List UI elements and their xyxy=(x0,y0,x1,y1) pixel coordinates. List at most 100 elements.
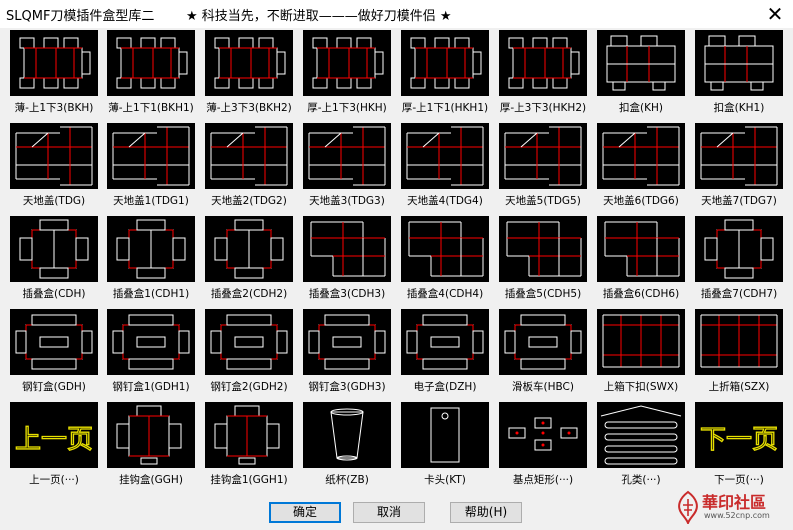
template-thumbnail[interactable] xyxy=(107,123,195,189)
template-label: 孔类(···) xyxy=(621,474,661,486)
template-item[interactable]: 天地盖1(TDG1) xyxy=(107,123,195,211)
template-item[interactable]: 厚-上1下1(HKH1) xyxy=(401,30,489,118)
help-button[interactable]: 帮助(H) xyxy=(450,502,522,523)
template-label: 天地盖(TDG) xyxy=(22,195,86,207)
template-label: 薄-上1下1(BKH1) xyxy=(108,102,194,114)
tray-diagram-icon xyxy=(210,314,288,370)
template-item[interactable]: 钢钉盒3(GDH3) xyxy=(303,309,391,397)
template-label: 纸杯(ZB) xyxy=(325,474,369,486)
template-item[interactable]: 纸杯(ZB) xyxy=(303,402,391,490)
template-item[interactable]: 上折箱(SZX) xyxy=(695,309,783,397)
template-label: 上折箱(SZX) xyxy=(708,381,770,393)
template-thumbnail[interactable] xyxy=(205,402,293,468)
template-item[interactable]: 上箱下扣(SWX) xyxy=(597,309,685,397)
template-thumbnail[interactable] xyxy=(597,402,685,468)
ok-button[interactable]: 确定 xyxy=(269,502,341,523)
template-thumbnail[interactable] xyxy=(695,123,783,189)
template-thumbnail[interactable] xyxy=(597,30,685,96)
template-item[interactable]: 基点矩形(···) xyxy=(499,402,587,490)
template-item[interactable]: 天地盖3(TDG3) xyxy=(303,123,391,211)
template-thumbnail[interactable] xyxy=(303,123,391,189)
template-item[interactable]: 钢钉盒2(GDH2) xyxy=(205,309,293,397)
template-item[interactable]: 天地盖(TDG) xyxy=(10,123,98,211)
template-item[interactable]: 扣盒(KH1) xyxy=(695,30,783,118)
template-item[interactable]: 插叠盒4(CDH4) xyxy=(401,216,489,304)
close-icon[interactable]: ✕ xyxy=(762,1,788,27)
template-thumbnail[interactable] xyxy=(107,402,195,468)
template-thumbnail[interactable] xyxy=(10,309,98,375)
carton-diagram-icon xyxy=(602,314,680,368)
template-item[interactable]: 薄-上1下1(BKH1) xyxy=(107,30,195,118)
template-item[interactable]: 钢钉盒1(GDH1) xyxy=(107,309,195,397)
next-diagram-icon: 下一页 xyxy=(699,424,778,455)
template-item[interactable]: 插叠盒6(CDH6) xyxy=(597,216,685,304)
template-thumbnail[interactable] xyxy=(597,123,685,189)
template-thumbnail[interactable] xyxy=(205,216,293,282)
template-item[interactable]: 天地盖2(TDG2) xyxy=(205,123,293,211)
template-label: 薄-上1下3(BKH) xyxy=(14,102,94,114)
template-label: 钢钉盒2(GDH2) xyxy=(210,381,288,393)
template-thumbnail[interactable] xyxy=(499,30,587,96)
template-thumbnail[interactable] xyxy=(401,30,489,96)
template-thumbnail[interactable] xyxy=(597,309,685,375)
template-thumbnail[interactable] xyxy=(205,123,293,189)
template-item[interactable]: 插叠盒1(CDH1) xyxy=(107,216,195,304)
template-thumbnail[interactable]: 上一页 xyxy=(10,402,98,468)
watermark-url: www.52cnp.com xyxy=(704,511,770,520)
template-item[interactable]: 天地盖6(TDG6) xyxy=(597,123,685,211)
template-thumbnail[interactable] xyxy=(303,309,391,375)
template-thumbnail[interactable] xyxy=(107,30,195,96)
template-item[interactable]: 薄-上3下3(BKH2) xyxy=(205,30,293,118)
template-item[interactable]: 钢钉盒(GDH) xyxy=(10,309,98,397)
template-thumbnail[interactable] xyxy=(10,123,98,189)
template-item[interactable]: 插叠盒2(CDH2) xyxy=(205,216,293,304)
template-thumbnail[interactable] xyxy=(10,30,98,96)
template-thumbnail[interactable] xyxy=(401,123,489,189)
template-thumbnail[interactable] xyxy=(303,30,391,96)
template-item[interactable]: 挂钩盒1(GGH1) xyxy=(205,402,293,490)
template-item[interactable]: 下一页 下一页(···) xyxy=(695,402,783,490)
template-item[interactable]: 天地盖4(TDG4) xyxy=(401,123,489,211)
template-item[interactable]: 滑板车(HBC) xyxy=(499,309,587,397)
template-item[interactable]: 厚-上3下3(HKH2) xyxy=(499,30,587,118)
template-thumbnail[interactable] xyxy=(695,30,783,96)
template-item[interactable]: 上一页上一页(···) xyxy=(10,402,98,490)
template-thumbnail[interactable] xyxy=(205,309,293,375)
template-item[interactable]: 薄-上1下3(BKH) xyxy=(10,30,98,118)
template-thumbnail[interactable] xyxy=(597,216,685,282)
template-label: 上一页(···) xyxy=(29,474,79,486)
template-item[interactable]: 插叠盒3(CDH3) xyxy=(303,216,391,304)
box2-diagram-icon xyxy=(116,37,188,89)
template-thumbnail[interactable] xyxy=(499,123,587,189)
template-item[interactable]: 插叠盒(CDH) xyxy=(10,216,98,304)
template-thumbnail[interactable] xyxy=(499,216,587,282)
template-item[interactable]: 厚-上1下3(HKH) xyxy=(303,30,391,118)
template-item[interactable]: 天地盖5(TDG5) xyxy=(499,123,587,211)
template-thumbnail[interactable] xyxy=(107,216,195,282)
template-thumbnail[interactable] xyxy=(107,309,195,375)
template-thumbnail[interactable] xyxy=(205,30,293,96)
template-thumbnail[interactable] xyxy=(10,216,98,282)
template-item[interactable]: 插叠盒5(CDH5) xyxy=(499,216,587,304)
template-item[interactable]: 孔类(···) xyxy=(597,402,685,490)
template-thumbnail[interactable] xyxy=(695,309,783,375)
cancel-button[interactable]: 取消 xyxy=(353,502,425,523)
template-label: 厚-上1下1(HKH1) xyxy=(401,102,489,114)
template-thumbnail[interactable] xyxy=(499,309,587,375)
template-label: 插叠盒3(CDH3) xyxy=(308,288,386,300)
template-item[interactable]: 插叠盒7(CDH7) xyxy=(695,216,783,304)
template-thumbnail[interactable] xyxy=(695,216,783,282)
template-thumbnail[interactable] xyxy=(401,402,489,468)
template-thumbnail[interactable] xyxy=(401,309,489,375)
template-label: 滑板车(HBC) xyxy=(512,381,574,393)
template-thumbnail[interactable] xyxy=(303,402,391,468)
template-item[interactable]: 扣盒(KH) xyxy=(597,30,685,118)
template-thumbnail[interactable]: 下一页 xyxy=(695,402,783,468)
template-item[interactable]: 挂钩盒(GGH) xyxy=(107,402,195,490)
template-thumbnail[interactable] xyxy=(303,216,391,282)
template-item[interactable]: 电子盒(DZH) xyxy=(401,309,489,397)
template-thumbnail[interactable] xyxy=(499,402,587,468)
template-item[interactable]: 天地盖7(TDG7) xyxy=(695,123,783,211)
template-item[interactable]: 卡头(KT) xyxy=(401,402,489,490)
template-thumbnail[interactable] xyxy=(401,216,489,282)
